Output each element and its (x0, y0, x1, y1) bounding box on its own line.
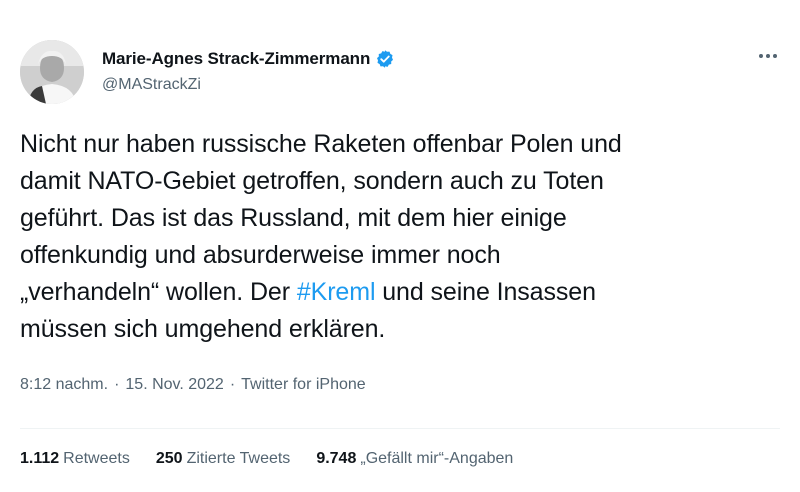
hashtag-link[interactable]: #Kreml (297, 278, 376, 306)
author-handle[interactable]: @MAStrackZi (102, 76, 201, 94)
retweets-label: Retweets (63, 450, 130, 467)
author-name[interactable]: Marie-Agnes Strack-Zimmermann (102, 49, 370, 69)
meta-separator: · (114, 376, 120, 393)
tweet-card: Marie-Agnes Strack-Zimmermann @MAStrackZ… (0, 0, 800, 492)
likes-stat[interactable]: 9.748 „Gefällt mir“-Angaben (316, 450, 513, 468)
engagement-stats: 1.112 Retweets 250 Zitierte Tweets 9.748 „G… (20, 450, 539, 468)
tweet-date[interactable]: 15. Nov. 2022 (125, 376, 223, 394)
quote-tweets-stat[interactable]: 250 Zitierte Tweets (156, 450, 290, 468)
divider (20, 428, 780, 429)
author-name-row: Marie-Agnes Strack-Zimmermann (102, 47, 395, 71)
more-options-icon[interactable] (756, 46, 780, 66)
tweet-text: Nicht nur haben russische Raketen offenb… (20, 126, 785, 348)
retweets-count: 1.112 (20, 450, 60, 467)
verified-badge-icon (375, 49, 395, 69)
tweet-meta: 8:12 nachm. · 15. Nov. 2022 · Twitter fo… (20, 376, 366, 394)
likes-count: 9.748 (316, 450, 357, 467)
meta-separator: · (229, 376, 236, 393)
tweet-time[interactable]: 8:12 nachm. (20, 376, 108, 394)
avatar[interactable] (20, 40, 84, 104)
quote-tweets-label: Zitierte Tweets (186, 450, 291, 467)
retweets-stat[interactable]: 1.112 Retweets (20, 450, 130, 468)
quote-tweets-count: 250 (155, 450, 183, 467)
tweet-source[interactable]: Twitter for iPhone (241, 376, 366, 394)
avatar-image (20, 40, 84, 104)
likes-label: „Gefällt mir“-Angaben (360, 450, 514, 467)
